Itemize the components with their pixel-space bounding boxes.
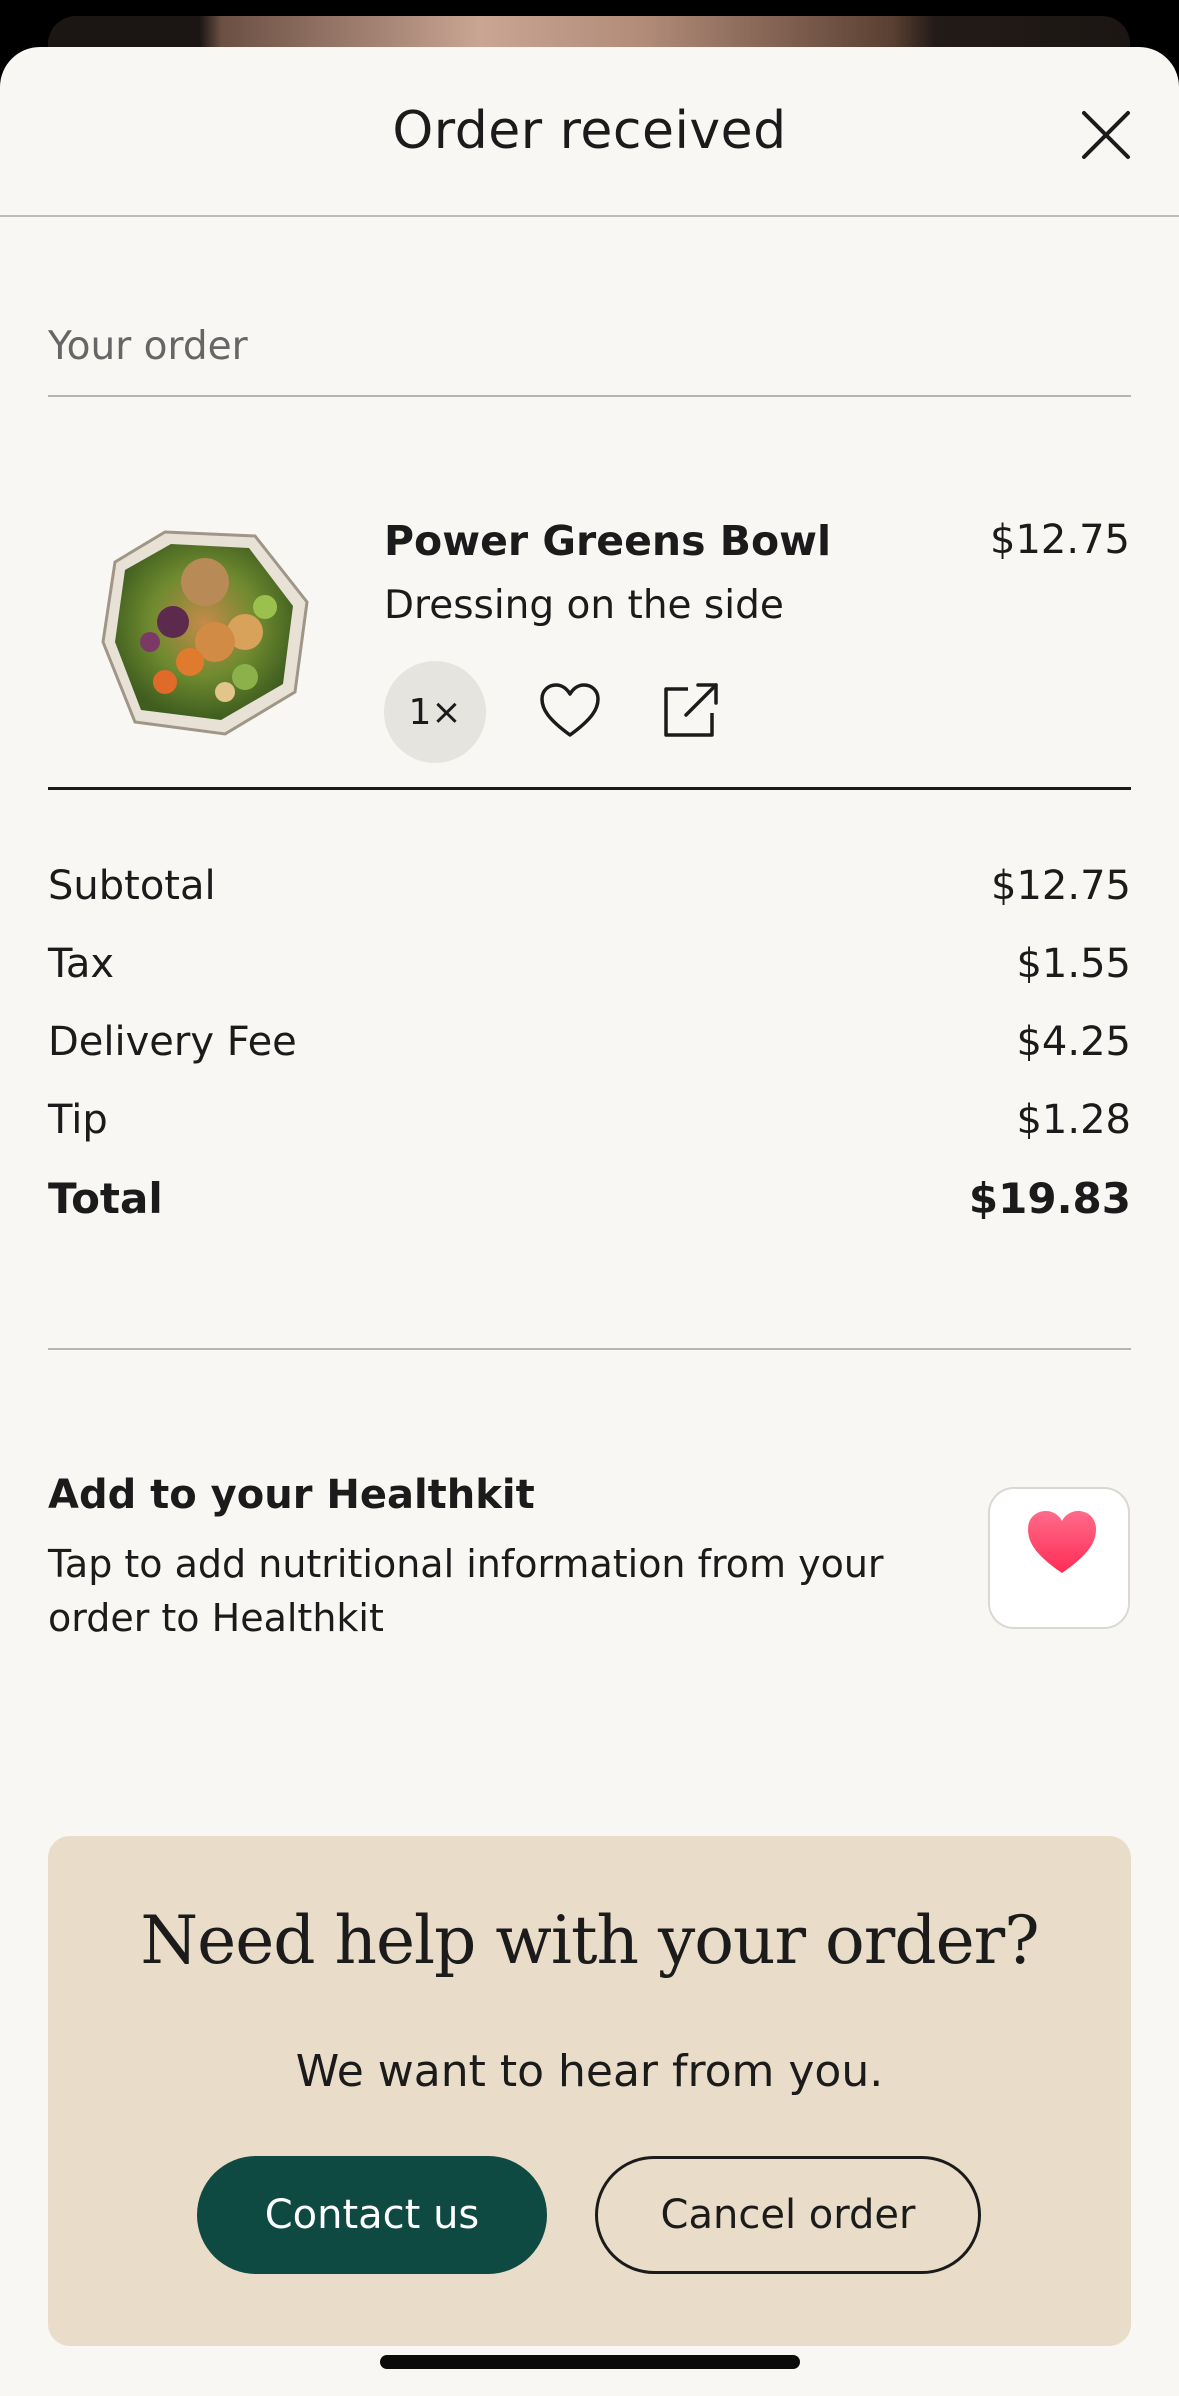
your-order-label: Your order — [48, 324, 248, 369]
order-sheet: Order received Your order Power Greens B… — [0, 47, 1179, 2396]
help-subtitle: We want to hear from you. — [295, 2046, 884, 2097]
summary-row-tax: Tax $1.55 — [48, 941, 1131, 987]
total-label: Total — [48, 1174, 163, 1223]
healthkit-title: Add to your Healthkit — [48, 1472, 535, 1518]
sheet-header: Order received — [0, 47, 1179, 217]
summary-value: $1.28 — [1016, 1097, 1131, 1143]
item-name: Power Greens Bowl — [384, 517, 832, 565]
share-icon — [664, 683, 718, 737]
share-button[interactable] — [660, 679, 722, 741]
divider — [48, 787, 1131, 790]
contact-us-button[interactable]: Contact us — [197, 2156, 547, 2274]
summary-label: Tip — [48, 1097, 108, 1143]
home-indicator[interactable] — [380, 2355, 800, 2369]
close-button[interactable] — [1076, 105, 1136, 165]
summary-row-tip: Tip $1.28 — [48, 1097, 1131, 1143]
summary-label: Tax — [48, 941, 114, 987]
summary-row-subtotal: Subtotal $12.75 — [48, 863, 1131, 909]
healthkit-description: Tap to add nutritional information from … — [48, 1542, 884, 1640]
heart-icon — [1028, 1511, 1096, 1573]
help-card: Need help with your order? We want to he… — [48, 1836, 1131, 2346]
summary-value: $1.55 — [1016, 941, 1131, 987]
close-icon — [1082, 111, 1130, 159]
summary-label: Subtotal — [48, 863, 216, 909]
favorite-button[interactable] — [538, 681, 602, 741]
summary-row-delivery-fee: Delivery Fee $4.25 — [48, 1019, 1131, 1065]
total-value: $19.83 — [968, 1174, 1131, 1223]
summary-row-total: Total $19.83 — [48, 1174, 1131, 1223]
cancel-order-button[interactable]: Cancel order — [595, 2156, 981, 2274]
item-price: $12.75 — [990, 517, 1130, 563]
item-modifier: Dressing on the side — [384, 583, 784, 628]
divider — [48, 1348, 1131, 1350]
quantity-badge[interactable]: 1× — [384, 661, 486, 763]
page-title: Order received — [392, 101, 787, 161]
divider — [48, 395, 1131, 397]
summary-value: $4.25 — [1016, 1019, 1131, 1065]
heart-outline-icon — [540, 683, 600, 737]
item-image — [95, 522, 315, 742]
summary-label: Delivery Fee — [48, 1019, 297, 1065]
healthkit-button[interactable] — [988, 1487, 1130, 1629]
help-title: Need help with your order? — [140, 1902, 1039, 1979]
summary-value: $12.75 — [991, 863, 1131, 909]
